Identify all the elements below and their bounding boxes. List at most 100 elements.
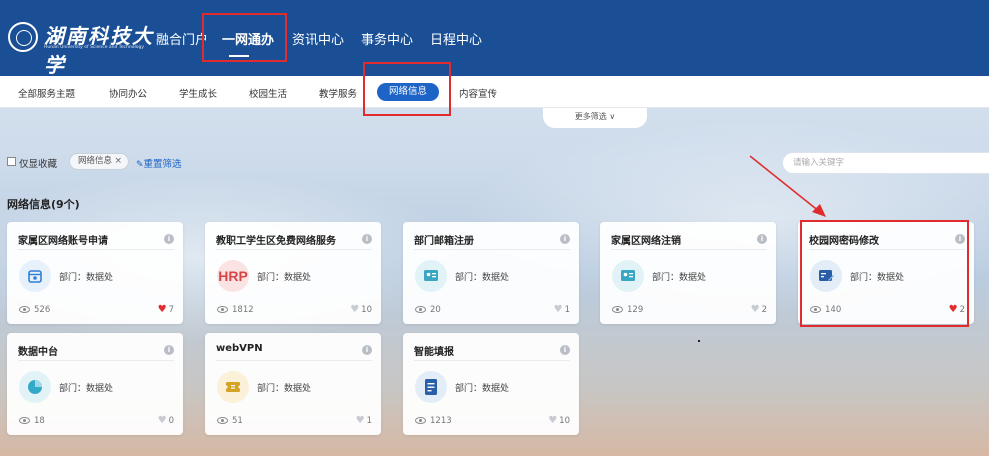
tab-network-info[interactable]: 网络信息	[377, 83, 439, 101]
card-title: webVPN	[216, 343, 263, 354]
service-card[interactable]: 家属区网络账号申请 i 部门：数据处 526 ♥ 7	[7, 222, 183, 324]
card-likes[interactable]: ♥ 2	[949, 304, 965, 315]
likes-count: 0	[168, 416, 174, 426]
filter-chip-label: 网络信息	[78, 156, 113, 166]
nav-item-one-stop[interactable]: 一网通办	[222, 29, 274, 48]
service-card[interactable]: 家属区网络注销 i 部门：数据处 129 ♥ 2	[600, 222, 776, 324]
reset-filters-label: 重置筛选	[143, 159, 182, 170]
info-icon[interactable]: i	[560, 345, 570, 355]
card-title: 教职工学生区免费网络服务	[216, 236, 336, 247]
card-views: 20	[415, 305, 441, 315]
info-icon[interactable]: i	[560, 234, 570, 244]
card-title: 校园网密码修改	[809, 236, 879, 247]
eye-icon	[612, 306, 623, 313]
active-filter-chip[interactable]: 网络信息 ×	[69, 153, 129, 170]
likes-count: 10	[361, 305, 372, 315]
info-icon[interactable]: i	[955, 234, 965, 244]
tab-all-themes[interactable]: 全部服务主题	[18, 86, 75, 100]
card-likes[interactable]: ♥ 7	[158, 304, 174, 315]
more-filters-button[interactable]: 更多筛选 ∨	[543, 108, 647, 128]
card-department: 部门：数据处	[59, 273, 114, 283]
heart-icon[interactable]: ♥	[751, 304, 760, 315]
reset-filters-link[interactable]: ✎重置筛选	[136, 156, 182, 170]
favorites-checkbox[interactable]	[7, 157, 16, 166]
views-count: 140	[825, 305, 842, 315]
tab-teaching-service[interactable]: 教学服务	[319, 86, 357, 100]
service-card[interactable]: 数据中台 i 部门：数据处 18 ♥ 0	[7, 333, 183, 435]
card-likes[interactable]: ♥ 10	[350, 304, 372, 315]
info-icon[interactable]: i	[757, 234, 767, 244]
service-card[interactable]: 部门邮箱注册 i 部门：数据处 20 ♥ 1	[403, 222, 579, 324]
service-card[interactable]: 校园网密码修改 i 部门：数据处 140 ♥ 2	[798, 222, 974, 324]
university-logo[interactable]: 湖南科技大学 Hunan University of Science and T…	[8, 20, 158, 77]
card-title: 家属区网络注销	[611, 236, 681, 247]
university-seal-icon	[8, 22, 38, 52]
tab-content-publicity[interactable]: 内容宣传	[459, 86, 497, 100]
nav-item-portal[interactable]: 融合门户	[156, 29, 208, 48]
card-views: 526	[19, 305, 50, 315]
service-card[interactable]: 教职工学生区免费网络服务 i HRP 部门：数据处 1812 ♥ 10	[205, 222, 381, 324]
likes-count: 2	[761, 305, 767, 315]
card-likes[interactable]: ♥ 10	[548, 415, 570, 426]
search-input[interactable]	[782, 152, 989, 174]
service-card[interactable]: webVPN i 部门：数据处 51 ♥ 1	[205, 333, 381, 435]
card-divider	[216, 249, 372, 250]
likes-count: 10	[559, 416, 570, 426]
id-card-icon	[415, 260, 447, 292]
edit-card-icon	[810, 260, 842, 292]
eye-icon	[415, 417, 426, 424]
calendar-icon	[19, 260, 51, 292]
views-count: 1213	[430, 416, 452, 426]
nav-item-news[interactable]: 资讯中心	[292, 29, 344, 48]
top-nav-bar: 湖南科技大学 Hunan University of Science and T…	[0, 0, 989, 77]
heart-icon[interactable]: ♥	[356, 415, 365, 426]
card-divider	[809, 249, 965, 250]
close-icon[interactable]: ×	[114, 154, 122, 169]
stray-dot	[698, 340, 700, 342]
card-title: 智能填报	[414, 347, 454, 358]
service-card[interactable]: 智能填报 i 部门：数据处 1213 ♥ 10	[403, 333, 579, 435]
info-icon[interactable]: i	[362, 234, 372, 244]
logo-english-name: Hunan University of Science and Technolo…	[44, 45, 145, 50]
id-card-icon	[612, 260, 644, 292]
info-icon[interactable]: i	[362, 345, 372, 355]
info-icon[interactable]: i	[164, 234, 174, 244]
views-count: 51	[232, 416, 243, 426]
eye-icon	[810, 306, 821, 313]
card-views: 1213	[415, 416, 452, 426]
card-title: 数据中台	[18, 347, 58, 358]
edit-icon: ✎	[136, 160, 144, 170]
card-likes[interactable]: ♥ 0	[158, 415, 174, 426]
card-title: 部门邮箱注册	[414, 236, 474, 247]
nav-item-schedule[interactable]: 日程中心	[430, 29, 482, 48]
nav-item-affairs[interactable]: 事务中心	[361, 29, 413, 48]
card-divider	[414, 249, 570, 250]
card-likes[interactable]: ♥ 2	[751, 304, 767, 315]
card-department: 部门：数据处	[455, 384, 510, 394]
card-likes[interactable]: ♥ 1	[554, 304, 570, 315]
info-icon[interactable]: i	[164, 345, 174, 355]
heart-icon[interactable]: ♥	[949, 304, 958, 315]
card-divider	[18, 249, 174, 250]
views-count: 20	[430, 305, 441, 315]
eye-icon	[19, 417, 30, 424]
heart-icon[interactable]: ♥	[158, 304, 167, 315]
tab-student-growth[interactable]: 学生成长	[179, 86, 217, 100]
tab-collaboration[interactable]: 协同办公	[109, 86, 147, 100]
card-department: 部门：数据处	[257, 273, 312, 283]
card-department: 部门：数据处	[850, 273, 905, 283]
card-likes[interactable]: ♥ 1	[356, 415, 372, 426]
heart-icon[interactable]: ♥	[554, 304, 563, 315]
eye-icon	[217, 417, 228, 424]
card-divider	[216, 360, 372, 361]
card-divider	[18, 360, 174, 361]
card-department: 部门：数据处	[59, 384, 114, 394]
card-divider	[611, 249, 767, 250]
card-department: 部门：数据处	[257, 384, 312, 394]
heart-icon[interactable]: ♥	[158, 415, 167, 426]
tab-campus-life[interactable]: 校园生活	[249, 86, 287, 100]
likes-count: 1	[564, 305, 570, 315]
heart-icon[interactable]: ♥	[548, 415, 557, 426]
views-count: 129	[627, 305, 644, 315]
heart-icon[interactable]: ♥	[350, 304, 359, 315]
